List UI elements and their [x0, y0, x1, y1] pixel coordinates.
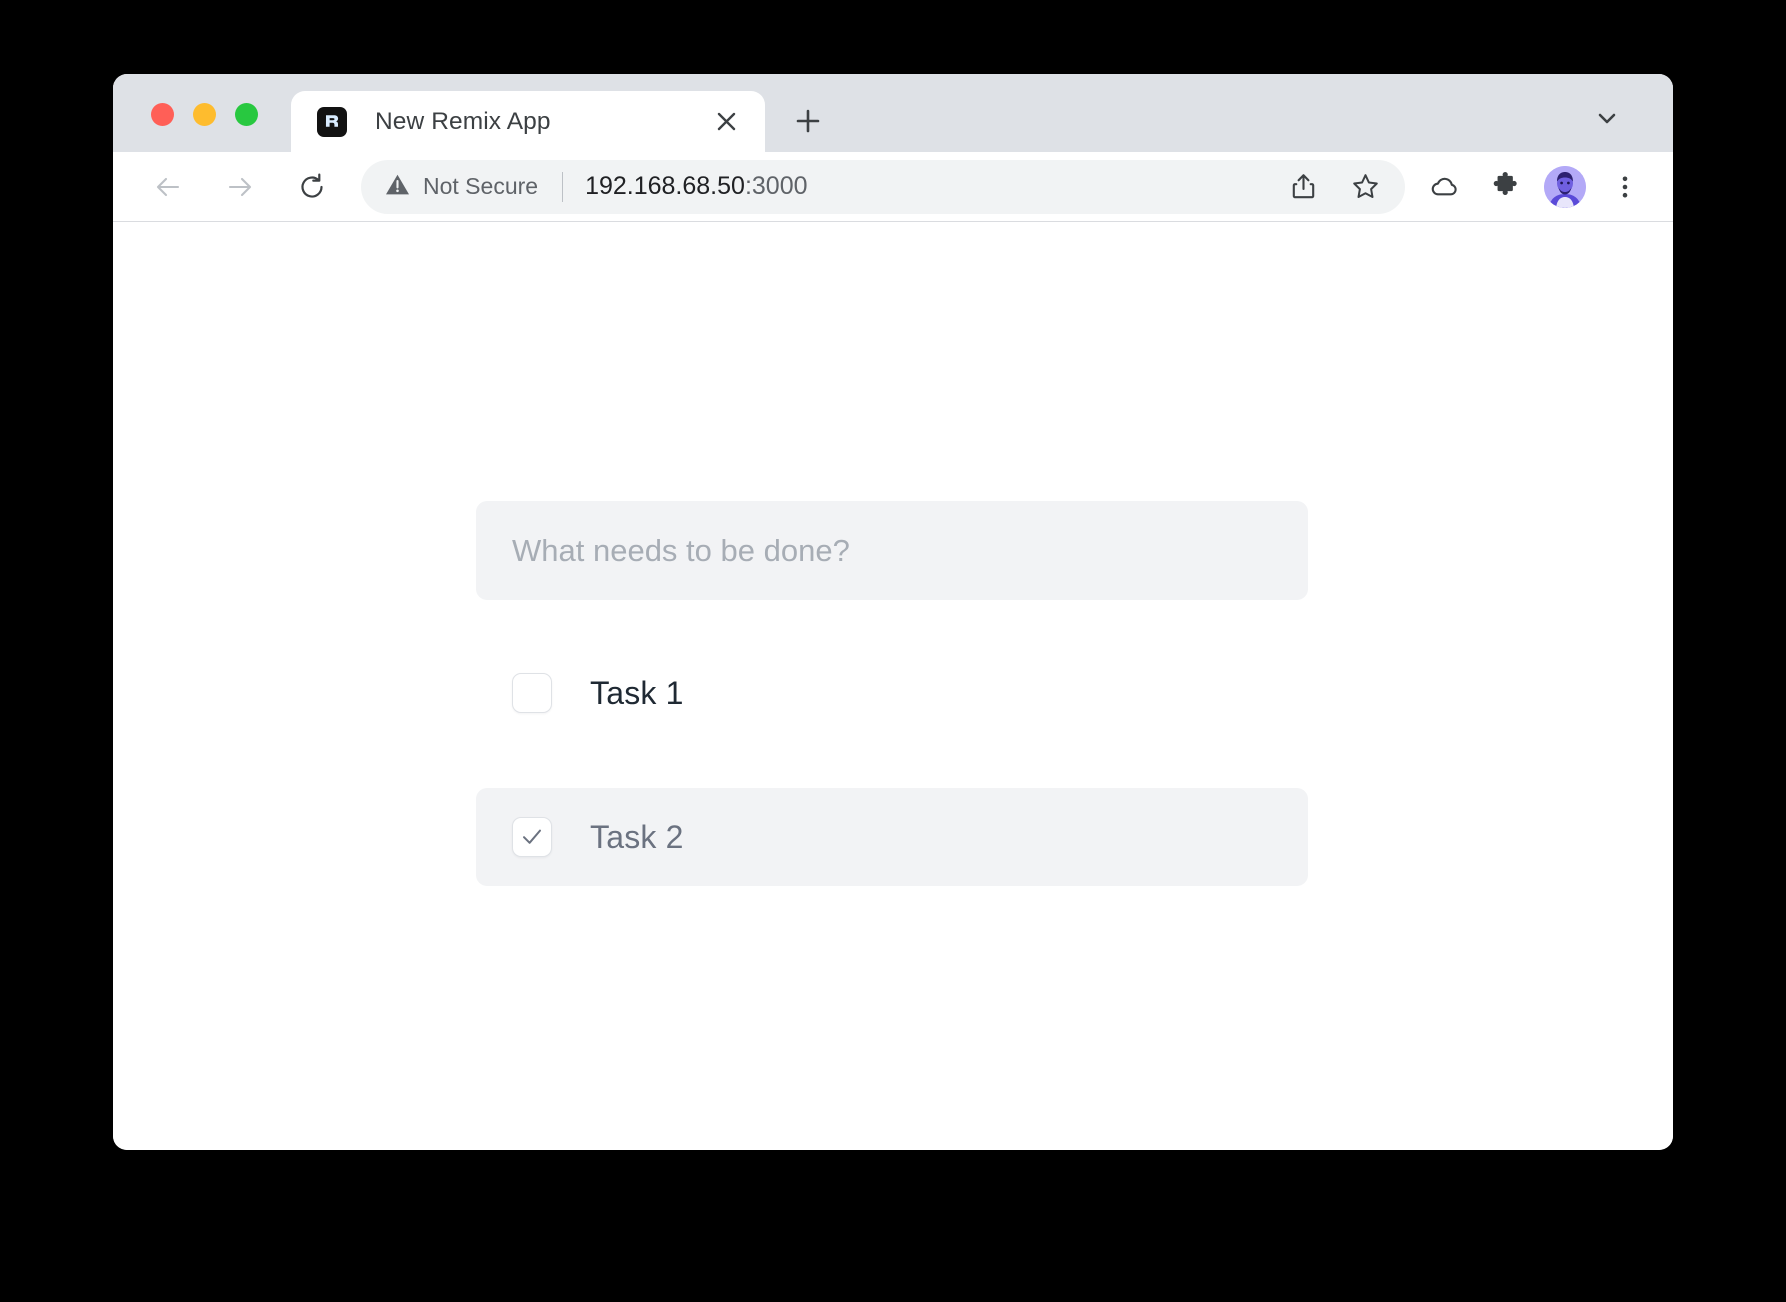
traffic-lights	[151, 103, 258, 126]
avatar	[1544, 165, 1586, 208]
star-icon[interactable]	[1339, 161, 1391, 213]
tab-strip: New Remix App	[113, 74, 1673, 152]
address-bar[interactable]: Not Secure 192.168.68.50:3000	[361, 159, 1405, 214]
todo-list: Task 1 Task 2	[476, 644, 1308, 886]
toolbar-right-actions	[1419, 161, 1651, 213]
remix-logo-icon	[317, 106, 347, 137]
warning-triangle-icon	[385, 172, 410, 202]
browser-toolbar: Not Secure 192.168.68.50:3000	[113, 152, 1673, 222]
new-todo-input[interactable]	[476, 501, 1308, 600]
security-status[interactable]: Not Secure	[385, 172, 538, 202]
new-tab-button[interactable]	[781, 94, 835, 148]
omnibox-actions	[1277, 161, 1391, 213]
tab-list: New Remix App	[291, 74, 835, 152]
checkmark-icon	[523, 829, 541, 844]
omnibox-divider	[562, 171, 564, 202]
chevron-down-icon[interactable]	[1585, 96, 1629, 140]
window-minimize-button[interactable]	[193, 103, 216, 126]
forward-button[interactable]	[213, 160, 267, 214]
todo-label: Task 1	[590, 674, 684, 711]
todo-checkbox-unchecked[interactable]	[512, 673, 552, 713]
url-host: 192.168.68.50	[585, 172, 745, 200]
close-icon[interactable]	[707, 103, 745, 141]
share-icon[interactable]	[1277, 161, 1329, 213]
todo-label: Task 2	[590, 818, 684, 855]
tab-title: New Remix App	[375, 107, 551, 135]
cloud-icon[interactable]	[1419, 161, 1471, 213]
todo-item[interactable]: Task 2	[476, 788, 1308, 886]
security-label: Not Secure	[423, 173, 539, 199]
todo-checkbox-checked[interactable]	[512, 817, 552, 857]
puzzle-icon[interactable]	[1479, 161, 1531, 213]
window-close-button[interactable]	[151, 103, 174, 126]
url-text[interactable]: 192.168.68.50:3000	[585, 172, 1265, 201]
three-dot-menu-icon[interactable]	[1599, 161, 1651, 213]
back-button[interactable]	[141, 160, 195, 214]
browser-window: New Remix App Not Secure 192.168.68.50:3…	[113, 74, 1673, 1150]
url-port: :3000	[744, 172, 808, 200]
profile-button[interactable]	[1539, 161, 1591, 213]
todo-item[interactable]: Task 1	[476, 644, 1308, 742]
browser-tab[interactable]: New Remix App	[291, 91, 765, 152]
todo-app: Task 1 Task 2	[476, 501, 1308, 932]
reload-icon[interactable]	[285, 160, 339, 214]
window-zoom-button[interactable]	[235, 103, 258, 126]
page-content: Task 1 Task 2	[113, 222, 1673, 1150]
